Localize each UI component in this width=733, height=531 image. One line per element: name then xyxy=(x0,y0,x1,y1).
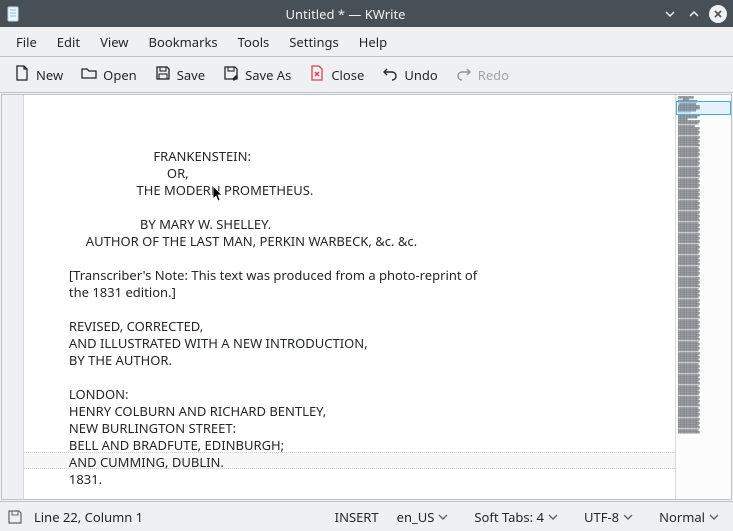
open-button[interactable]: Open xyxy=(73,61,145,89)
app-icon xyxy=(6,6,22,22)
statusbar: Line 22, Column 1 INSERT en_US Soft Tabs… xyxy=(0,501,733,531)
minimap-content: ▓▓▓▓▓▓▓▓▓▓▓▓▓ ░░░░▓▓▓▓▓░░░░ ▓▓▓▓▓▓▓▓▓▓▓▓… xyxy=(676,95,731,436)
insert-mode[interactable]: INSERT xyxy=(335,508,379,526)
editor-area: FRANKENSTEIN: OR, THE MODERN PROMETHEUS.… xyxy=(1,94,732,500)
save-button[interactable]: Save xyxy=(147,61,213,89)
locale-combo[interactable]: en_US xyxy=(389,506,457,528)
gutter[interactable] xyxy=(2,95,24,499)
mode-label: Normal xyxy=(659,508,705,526)
titlebar: Untitled * — KWrite xyxy=(0,0,733,27)
redo-label: Redo xyxy=(478,66,509,84)
open-label: Open xyxy=(103,66,137,84)
mode-combo[interactable]: Normal xyxy=(651,506,727,528)
indent-combo[interactable]: Soft Tabs: 4 xyxy=(466,506,566,528)
minimize-button[interactable] xyxy=(661,5,679,23)
encoding-label: UTF-8 xyxy=(584,508,619,526)
locale-label: en_US xyxy=(397,508,435,526)
save-as-button[interactable]: Save As xyxy=(215,61,299,89)
chevron-down-icon xyxy=(709,512,719,522)
menu-help[interactable]: Help xyxy=(349,29,397,55)
menubar: File Edit View Bookmarks Tools Settings … xyxy=(0,27,733,57)
save-as-label: Save As xyxy=(245,66,291,84)
chevron-down-icon xyxy=(438,512,448,522)
minimap[interactable]: ▓▓▓▓▓▓▓▓▓▓▓▓▓ ░░░░▓▓▓▓▓░░░░ ▓▓▓▓▓▓▓▓▓▓▓▓… xyxy=(675,95,731,499)
close-button[interactable]: Close xyxy=(301,61,372,89)
modified-indicator-icon[interactable] xyxy=(6,508,24,526)
editor-content: FRANKENSTEIN: OR, THE MODERN PROMETHEUS.… xyxy=(52,148,669,499)
undo-label: Undo xyxy=(404,66,437,84)
menu-file[interactable]: File xyxy=(6,29,47,55)
close-window-button[interactable] xyxy=(709,5,727,23)
redo-button: Redo xyxy=(448,61,517,89)
open-folder-icon xyxy=(81,65,97,85)
close-label: Close xyxy=(331,66,364,84)
encoding-combo[interactable]: UTF-8 xyxy=(576,506,641,528)
new-label: New xyxy=(36,66,63,84)
chevron-down-icon xyxy=(548,512,558,522)
save-label: Save xyxy=(177,66,205,84)
window-title: Untitled * — KWrite xyxy=(30,5,661,23)
undo-icon xyxy=(382,65,398,85)
close-file-icon xyxy=(309,65,325,85)
save-icon xyxy=(155,65,171,85)
undo-button[interactable]: Undo xyxy=(374,61,445,89)
minimap-viewport[interactable] xyxy=(676,101,731,115)
redo-icon xyxy=(456,65,472,85)
menu-view[interactable]: View xyxy=(90,29,138,55)
indent-label: Soft Tabs: 4 xyxy=(474,508,544,526)
menu-tools[interactable]: Tools xyxy=(228,29,280,55)
chevron-down-icon xyxy=(623,512,633,522)
toolbar: New Open Save Save As Close Undo Redo xyxy=(0,57,733,93)
text-editor[interactable]: FRANKENSTEIN: OR, THE MODERN PROMETHEUS.… xyxy=(24,95,675,499)
menu-edit[interactable]: Edit xyxy=(47,29,90,55)
menu-bookmarks[interactable]: Bookmarks xyxy=(139,29,228,55)
maximize-button[interactable] xyxy=(685,5,703,23)
menu-settings[interactable]: Settings xyxy=(279,29,348,55)
save-as-icon xyxy=(223,65,239,85)
new-file-icon xyxy=(14,65,30,85)
cursor-position[interactable]: Line 22, Column 1 xyxy=(34,508,143,526)
new-button[interactable]: New xyxy=(6,61,71,89)
